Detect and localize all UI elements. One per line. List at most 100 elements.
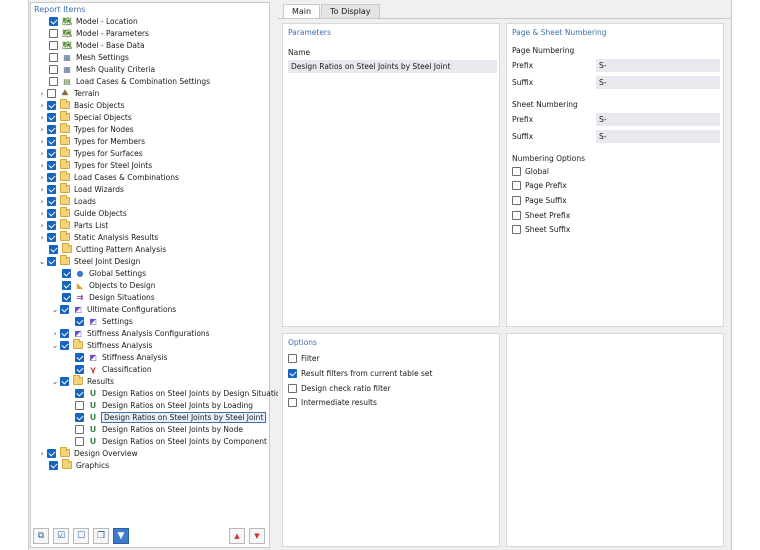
check-all-icon[interactable]: ☑ <box>53 528 69 544</box>
tree-item[interactable]: Graphics <box>39 459 109 471</box>
tree-item-checkbox[interactable] <box>75 388 84 398</box>
expand-icon[interactable]: › <box>37 135 47 147</box>
tree-item[interactable]: › Guide Objects <box>37 207 127 219</box>
tree-item-checkbox[interactable] <box>47 256 56 266</box>
filter-icon[interactable]: ▼ <box>113 528 129 544</box>
tree-item-checkbox[interactable] <box>47 124 56 134</box>
expand-icon[interactable]: › <box>50 327 60 339</box>
expand-icon[interactable]: › <box>37 447 47 459</box>
filter-checkbox[interactable] <box>288 354 297 363</box>
duplicate-icon[interactable]: ❐ <box>93 528 109 544</box>
tree-item-checkbox[interactable] <box>47 112 56 122</box>
name-field[interactable]: Design Ratios on Steel Joints by Steel J… <box>288 60 497 73</box>
tree-item[interactable]: 🗺 Model - Base Data <box>39 39 145 51</box>
option-page-suffix[interactable]: Page Suffix <box>512 196 567 205</box>
tree-item-checkbox[interactable] <box>49 28 58 38</box>
tree-item[interactable]: ⌄ ◩ Ultimate Configurations <box>50 303 176 315</box>
tree-item[interactable]: ◩ Settings <box>65 315 133 327</box>
tree-item-checkbox[interactable] <box>47 136 56 146</box>
sheet-prefix-checkbox[interactable] <box>512 211 521 220</box>
expand-icon[interactable]: › <box>37 219 47 231</box>
copy-icon[interactable]: ⧉ <box>33 528 49 544</box>
tree-item[interactable]: U Design Ratios on Steel Joints by Compon… <box>65 435 267 447</box>
tree-item[interactable]: U Design Ratios on Steel Joints by Node <box>65 423 243 435</box>
tree-item-checkbox[interactable] <box>75 364 84 374</box>
tree-item[interactable]: › ⛰ Terrain <box>37 87 99 99</box>
tree-item[interactable]: › ◩ Stiffness Analysis Configurations <box>50 327 210 339</box>
expand-icon[interactable]: › <box>37 99 47 111</box>
tree-item[interactable]: ◩ Stiffness Analysis <box>65 351 167 363</box>
tree-item-checkbox[interactable] <box>75 436 84 446</box>
tree-item[interactable]: 🗺 Model - Parameters <box>39 27 149 39</box>
option-intermediate-results[interactable]: Intermediate results <box>288 398 377 407</box>
tree-item[interactable]: › Special Objects <box>37 111 132 123</box>
design-check-ratio-checkbox[interactable] <box>288 384 297 393</box>
tree-item[interactable]: › Types for Surfaces <box>37 147 143 159</box>
tree-item-checkbox[interactable] <box>60 304 69 314</box>
tree-item[interactable]: › Load Wizards <box>37 183 124 195</box>
tree-item[interactable]: ▤ Load Cases & Combination Settings <box>39 75 210 87</box>
expand-icon[interactable]: › <box>37 87 47 99</box>
tree-item[interactable]: › Static Analysis Results <box>37 231 158 243</box>
tree-item-checkbox[interactable] <box>62 268 71 278</box>
tree-item-checkbox[interactable] <box>47 148 56 158</box>
collapse-icon[interactable]: ⌄ <box>37 255 47 267</box>
tree-item[interactable]: › Load Cases & Combinations <box>37 171 179 183</box>
tab-main[interactable]: Main <box>283 4 321 18</box>
sheet-suffix-checkbox[interactable] <box>512 225 521 234</box>
tree-item-checkbox[interactable] <box>49 52 58 62</box>
tree-item[interactable]: › Loads <box>37 195 96 207</box>
option-global[interactable]: Global <box>512 167 549 176</box>
tree-item-checkbox[interactable] <box>75 424 84 434</box>
tree-item[interactable]: ⇉ Design Situations <box>52 291 155 303</box>
tree-item-checkbox[interactable] <box>47 196 56 206</box>
tree-item-checkbox[interactable] <box>49 64 58 74</box>
intermediate-results-checkbox[interactable] <box>288 398 297 407</box>
expand-icon[interactable]: › <box>37 183 47 195</box>
sheet-prefix-field[interactable]: S- <box>596 113 720 126</box>
expand-icon[interactable]: › <box>37 231 47 243</box>
tab-to-display[interactable]: To Display <box>321 4 380 18</box>
tree-item-checkbox[interactable] <box>62 280 71 290</box>
tree-item-checkbox[interactable] <box>47 220 56 230</box>
tree-item-checkbox[interactable] <box>47 448 56 458</box>
tree-item[interactable]: U Design Ratios on Steel Joints by Design… <box>65 387 285 399</box>
option-result-filters[interactable]: Result filters from current table set <box>288 369 432 378</box>
tree-item[interactable]: γ Classification <box>65 363 152 375</box>
tree-item-checkbox[interactable] <box>60 340 69 350</box>
page-prefix-checkbox[interactable] <box>512 181 521 190</box>
tree-item[interactable]: 🗺 Model - Location <box>39 15 138 27</box>
tree-item-checkbox[interactable] <box>60 376 69 386</box>
expand-icon[interactable]: › <box>37 111 47 123</box>
sheet-suffix-field[interactable]: S- <box>596 130 720 143</box>
tree-item-checkbox[interactable] <box>75 412 84 422</box>
tree-item[interactable]: ⌄ Results <box>50 375 114 387</box>
option-sheet-prefix[interactable]: Sheet Prefix <box>512 211 570 220</box>
page-suffix-field[interactable]: S- <box>596 76 720 89</box>
expand-icon[interactable]: › <box>37 207 47 219</box>
option-design-check-ratio-filter[interactable]: Design check ratio filter <box>288 384 391 393</box>
tree-item-checkbox[interactable] <box>49 40 58 50</box>
tree-item-checkbox[interactable] <box>75 400 84 410</box>
tree-item[interactable]: › Types for Nodes <box>37 123 134 135</box>
expand-icon[interactable]: › <box>37 123 47 135</box>
tree-item[interactable]: › Parts List <box>37 219 108 231</box>
tree-item[interactable]: › Types for Members <box>37 135 145 147</box>
tree-item-checkbox[interactable] <box>49 460 58 470</box>
tree-item-checkbox[interactable] <box>75 352 84 362</box>
tree-item-checkbox[interactable] <box>47 160 56 170</box>
tree-item-checkbox[interactable] <box>62 292 71 302</box>
tree-item[interactable]: ● Global Settings <box>52 267 146 279</box>
move-down-icon[interactable]: ▼ <box>249 528 265 544</box>
result-filters-checkbox[interactable] <box>288 369 297 378</box>
tree-item-checkbox[interactable] <box>75 316 84 326</box>
tree-item[interactable]: ⌄ Stiffness Analysis <box>50 339 152 351</box>
tree-item-checkbox[interactable] <box>47 88 56 98</box>
tree-item-checkbox[interactable] <box>60 328 69 338</box>
expand-icon[interactable]: › <box>37 147 47 159</box>
tree-item-checkbox[interactable] <box>49 16 58 26</box>
collapse-icon[interactable]: ⌄ <box>50 339 60 351</box>
tree-item[interactable]: U Design Ratios on Steel Joints by Loadin… <box>65 399 253 411</box>
expand-icon[interactable]: › <box>37 171 47 183</box>
tree-item[interactable]: › Basic Objects <box>37 99 125 111</box>
